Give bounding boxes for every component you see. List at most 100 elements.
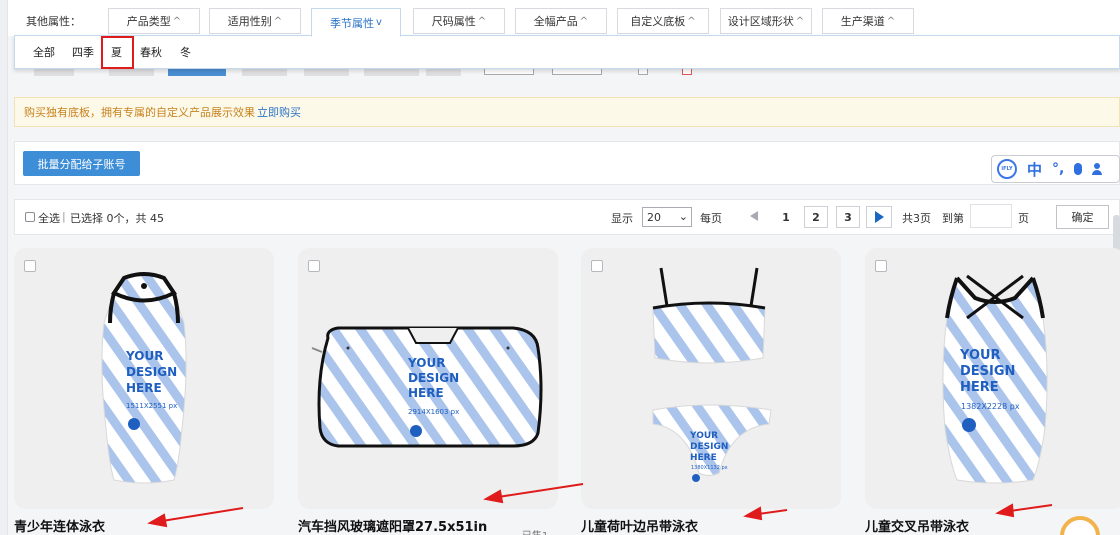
chevron-up-icon: ^ xyxy=(172,15,182,27)
tab-full-print[interactable]: 全幅产品 ^ xyxy=(515,8,607,34)
sidebar-edge xyxy=(0,0,8,535)
tab-label: 全幅产品 xyxy=(533,15,578,28)
divider: | xyxy=(62,210,66,223)
placeholder-line: YOUR xyxy=(408,356,446,370)
product-title[interactable]: 青少年连体泳衣 xyxy=(14,516,105,535)
sort-item xyxy=(34,69,74,76)
next-page-icon xyxy=(874,211,884,223)
product-checkbox[interactable] xyxy=(875,260,887,272)
design-size-text: 1382X2228 px xyxy=(961,402,1020,411)
design-logo-icon xyxy=(410,425,422,437)
placeholder-line: YOUR xyxy=(126,349,164,363)
ime-logo-icon[interactable]: iFLY xyxy=(997,159,1017,179)
goto-confirm-button[interactable]: 确定 xyxy=(1056,205,1109,229)
select-all-checkbox[interactable] xyxy=(25,212,35,222)
sales-count-text: 已售1 xyxy=(522,527,548,535)
design-placeholder-text: YOUR DESIGN HERE xyxy=(960,348,1015,396)
placeholder-line: DESIGN xyxy=(960,364,1016,379)
tab-production-channel[interactable]: 生产渠道 ^ xyxy=(822,8,914,34)
select-all-label: 全选 xyxy=(38,212,60,225)
goto-page-input[interactable] xyxy=(970,204,1012,228)
product-checkbox[interactable] xyxy=(24,260,36,272)
product-title[interactable]: 儿童荷叶边吊带泳衣 xyxy=(581,516,698,535)
tab-label: 产品类型 xyxy=(126,15,171,28)
product-card[interactable]: YOUR DESIGN HERE 1382X2228 px xyxy=(865,248,1120,509)
design-size-text: 2914X1603 px xyxy=(408,408,460,416)
tab-size[interactable]: 尺码属性 ^ xyxy=(413,8,505,34)
placeholder-line: HERE xyxy=(960,380,999,395)
tab-custom-template[interactable]: 自定义底板 ^ xyxy=(617,8,709,34)
product-checkbox[interactable] xyxy=(308,260,320,272)
selection-highlight-box xyxy=(101,36,134,69)
per-page-label: 每页 xyxy=(700,212,722,225)
season-option-winter[interactable]: 冬 xyxy=(180,44,191,60)
selected-summary: 已选择 0个，共 45 xyxy=(70,212,164,225)
sort-item xyxy=(426,69,461,76)
ime-language-toggle[interactable]: 中 xyxy=(1027,159,1042,180)
season-option-spring-autumn[interactable]: 春秋 xyxy=(140,44,162,60)
design-placeholder-text: YOUR DESIGN HERE xyxy=(690,431,728,464)
sort-item xyxy=(364,69,419,76)
product-card[interactable]: YOUR DESIGN HERE 1380X1132 px xyxy=(581,248,841,509)
ime-toolbar: iFLY 中 °, xyxy=(991,155,1120,183)
chevron-up-icon: ^ xyxy=(477,15,487,27)
placeholder-line: DESIGN xyxy=(408,371,460,385)
product-title[interactable]: 汽车挡风玻璃遮阳罩27.5x51in xyxy=(298,516,487,535)
placeholder-line: HERE xyxy=(126,381,162,395)
tab-gender[interactable]: 适用性别 ^ xyxy=(209,8,301,34)
tab-label: 尺码属性 xyxy=(431,15,476,28)
tab-season[interactable]: 季节属性 v xyxy=(311,8,401,37)
floating-badge[interactable] xyxy=(1060,516,1100,535)
placeholder-line: HERE xyxy=(690,453,717,463)
sort-checkbox xyxy=(638,69,648,75)
chevron-up-icon: ^ xyxy=(795,15,805,27)
ime-mic-icon[interactable] xyxy=(1074,163,1083,175)
buy-now-link[interactable]: 立即购买 xyxy=(257,104,301,120)
page-unit-label: 页 xyxy=(1018,212,1029,225)
sort-input xyxy=(552,69,602,75)
chevron-down-icon: v xyxy=(376,17,382,28)
promo-notice: 购买独有底板，拥有专属的自定义产品展示效果 立即购买 xyxy=(14,97,1120,127)
attribute-filter-label: 其他属性： xyxy=(26,15,81,28)
chevron-down-icon: ⌄ xyxy=(678,210,688,223)
page-number[interactable]: 2 xyxy=(804,206,828,228)
design-logo-icon xyxy=(128,418,140,430)
placeholder-line: YOUR xyxy=(690,431,719,441)
tab-design-area-shape[interactable]: 设计区域形状 ^ xyxy=(720,8,812,34)
design-size-text: 1380X1132 px xyxy=(691,465,728,471)
notice-text: 购买独有底板，拥有专属的自定义产品展示效果 xyxy=(24,106,255,119)
show-label: 显示 xyxy=(611,212,633,225)
sort-item xyxy=(242,69,287,76)
next-page-button[interactable] xyxy=(866,206,892,228)
season-option-all-seasons[interactable]: 四季 xyxy=(72,44,94,60)
sort-row-obscured xyxy=(14,69,1120,79)
product-card[interactable]: YOUR DESIGN HERE 1511X2551 px xyxy=(14,248,274,509)
placeholder-line: DESIGN xyxy=(690,442,729,452)
design-placeholder-text: YOUR DESIGN HERE xyxy=(126,348,177,396)
page-number[interactable]: 1 xyxy=(774,206,798,228)
tab-label: 设计区域形状 xyxy=(727,15,794,28)
page-size-select[interactable]: 20 ⌄ xyxy=(642,207,692,227)
ime-user-icon[interactable] xyxy=(1092,163,1103,175)
placeholder-line: HERE xyxy=(408,386,444,400)
action-bar xyxy=(14,141,1120,185)
ime-punctuation-toggle[interactable]: °, xyxy=(1052,161,1064,177)
sort-item-active xyxy=(168,69,226,76)
product-card[interactable]: YOUR DESIGN HERE 2914X1603 px xyxy=(298,248,558,509)
page-number[interactable]: 3 xyxy=(836,206,860,228)
prev-page-icon[interactable] xyxy=(750,211,758,221)
sort-item xyxy=(109,69,154,76)
design-size-text: 1511X2551 px xyxy=(126,402,178,410)
placeholder-line: YOUR xyxy=(960,348,1001,363)
page-size-value: 20 xyxy=(647,210,661,224)
product-checkbox[interactable] xyxy=(591,260,603,272)
tab-label: 自定义底板 xyxy=(630,15,686,28)
placeholder-line: DESIGN xyxy=(126,365,178,379)
tab-product-type[interactable]: 产品类型 ^ xyxy=(108,8,200,34)
sort-item xyxy=(304,69,349,76)
batch-assign-button[interactable]: 批量分配给子账号 xyxy=(23,151,140,176)
design-logo-icon xyxy=(962,418,976,432)
product-title[interactable]: 儿童交叉吊带泳衣 xyxy=(865,516,969,535)
sort-input xyxy=(484,69,534,75)
season-option-all[interactable]: 全部 xyxy=(33,44,55,60)
